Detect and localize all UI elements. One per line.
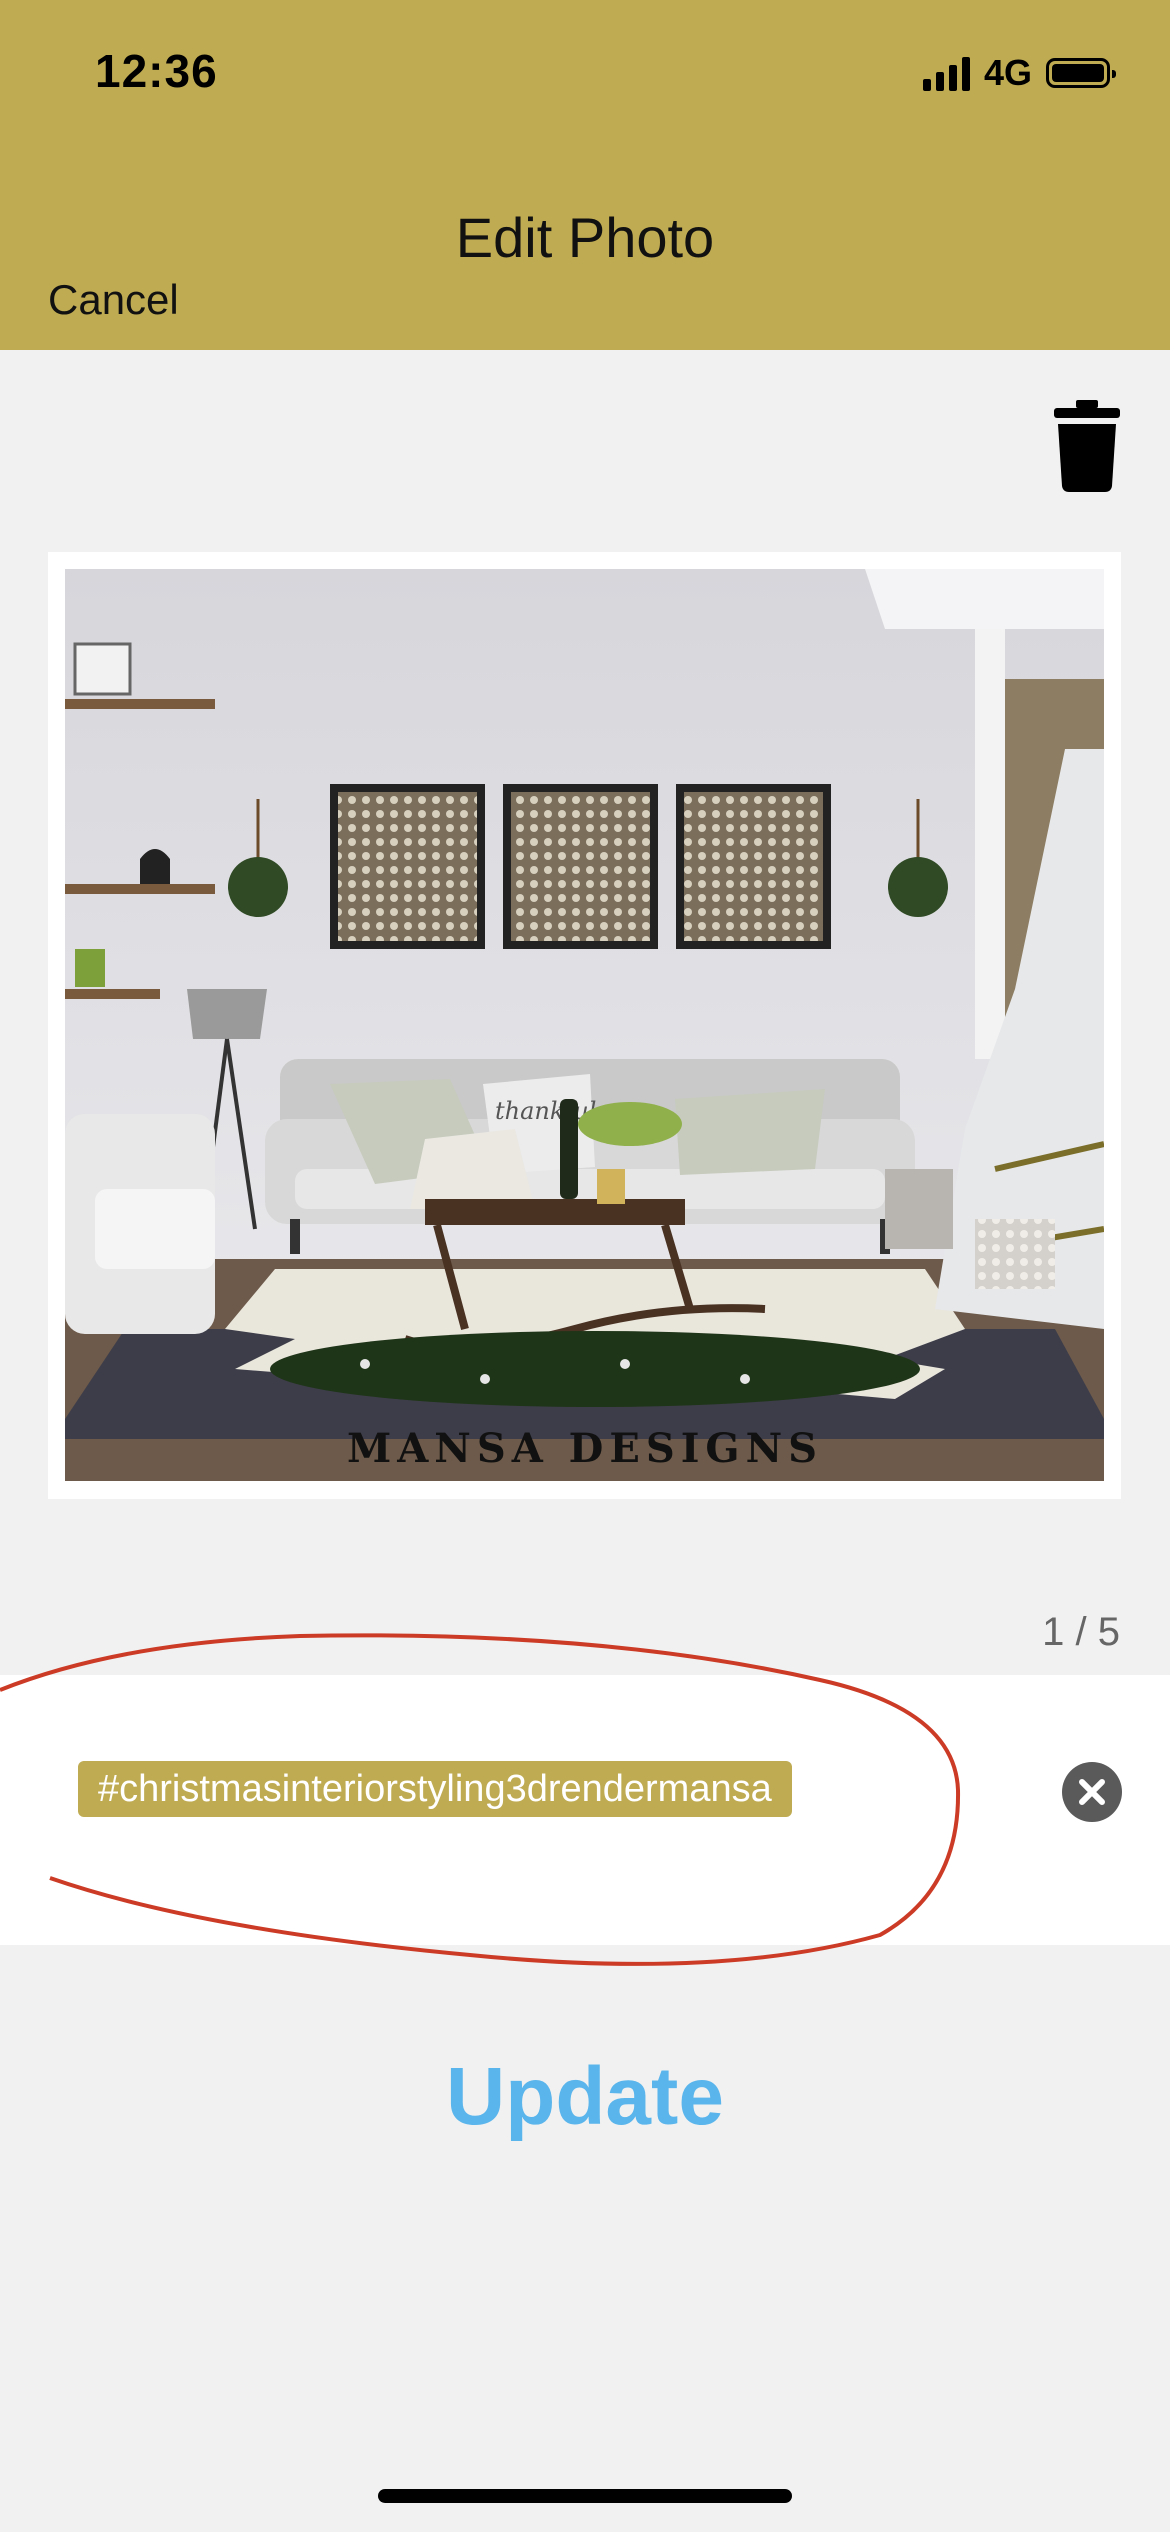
status-time: 12:36 [95, 45, 218, 97]
signal-icon [922, 55, 970, 91]
trash-icon[interactable] [1054, 400, 1120, 492]
network-type: 4G [983, 52, 1032, 93]
photo-counter: 1 / 5 [1042, 1610, 1120, 1654]
room-photo[interactable]: thankful MANSA DESIGNS [65, 569, 1104, 1481]
update-button[interactable]: Update [0, 2050, 1170, 2144]
hashtag-chip[interactable]: #christmasinteriorstyling3drendermansa [78, 1761, 792, 1817]
clear-tags-button[interactable] [1062, 1762, 1122, 1822]
photo-frame: thankful MANSA DESIGNS [48, 552, 1121, 1499]
status-indicators: 4G [922, 52, 1116, 94]
close-icon [1079, 1779, 1105, 1805]
home-indicator[interactable] [378, 2489, 792, 2503]
watermark-text: MANSA DESIGNS [347, 1425, 823, 1472]
tags-area: #christmasinteriorstyling3drendermansa [0, 1675, 1170, 1945]
battery-icon [1046, 58, 1116, 88]
navigation-header: 12:36 4G Edit Photo Cancel [0, 0, 1170, 350]
page-title: Edit Photo [455, 206, 715, 269]
cancel-button[interactable]: Cancel [48, 276, 179, 324]
